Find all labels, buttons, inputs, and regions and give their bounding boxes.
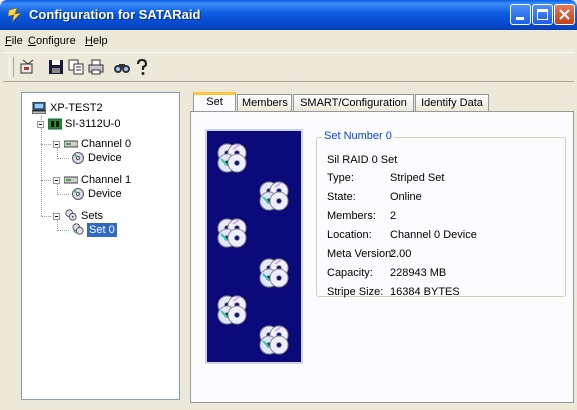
prop-value-type: Striped Set bbox=[390, 172, 445, 184]
prop-label-meta-version: Meta Version: bbox=[327, 248, 395, 260]
disc-stack-image bbox=[217, 143, 289, 355]
computer-icon bbox=[32, 102, 46, 114]
device-tree[interactable]: XP-TEST2 SI-3112U-0 Channel 0 Device Cha… bbox=[21, 92, 180, 400]
collapse-toggle[interactable] bbox=[53, 213, 60, 220]
prop-label-stripe-size: Stripe Size: bbox=[327, 286, 384, 298]
prop-value-meta-version: 2.00 bbox=[390, 248, 412, 260]
maximize-icon bbox=[537, 9, 548, 20]
set-name: Sil RAID 0 Set bbox=[327, 154, 398, 166]
device-disc-icon bbox=[72, 152, 84, 164]
save-icon[interactable] bbox=[47, 58, 65, 76]
raid-set-illustration bbox=[205, 129, 303, 364]
prop-label-location: Location: bbox=[327, 229, 372, 241]
sets-discs-icon bbox=[65, 209, 77, 221]
collapse-toggle[interactable] bbox=[53, 141, 60, 148]
title-bar[interactable]: Configuration for SATARaid bbox=[0, 0, 577, 30]
minimize-icon bbox=[516, 17, 524, 20]
channel-drive-icon bbox=[64, 176, 78, 184]
prop-label-type: Type: bbox=[327, 172, 354, 184]
copy-icon[interactable] bbox=[67, 58, 85, 76]
tree-label-sets: Sets bbox=[81, 210, 104, 222]
toolbar-grip[interactable] bbox=[9, 57, 14, 77]
controller-chip-icon bbox=[48, 118, 62, 130]
collapse-toggle[interactable] bbox=[37, 121, 44, 128]
maximize-button[interactable] bbox=[532, 4, 553, 25]
prop-value-stripe-size: 16384 BYTES bbox=[390, 286, 460, 298]
groupbox-title: Set Number 0 bbox=[322, 130, 394, 142]
print-icon[interactable] bbox=[87, 58, 105, 76]
tree-label-root: XP-TEST2 bbox=[50, 102, 103, 114]
window-title: Configuration for SATARaid bbox=[29, 7, 201, 22]
prop-value-location: Channel 0 Device bbox=[390, 229, 477, 241]
collapse-toggle[interactable] bbox=[53, 177, 60, 184]
close-button[interactable] bbox=[554, 4, 575, 25]
menu-help[interactable]: Help bbox=[85, 35, 108, 47]
minimize-button[interactable] bbox=[510, 4, 531, 25]
tree-label-channel-1: Channel 1 bbox=[81, 174, 132, 186]
tab-members[interactable]: Members bbox=[237, 94, 292, 111]
prop-value-capacity: 228943 MB bbox=[390, 267, 447, 279]
prop-label-members: Members: bbox=[327, 210, 376, 222]
tab-set[interactable]: Set bbox=[193, 92, 236, 112]
tree-label-channel-1-device: Device bbox=[88, 188, 122, 200]
toolbar bbox=[3, 52, 574, 82]
tree-label-controller: SI-3112U-0 bbox=[65, 118, 121, 130]
raid-tool-icon[interactable] bbox=[19, 58, 37, 76]
channel-drive-icon bbox=[64, 140, 78, 148]
tree-label-channel-0: Channel 0 bbox=[81, 138, 132, 150]
help-icon[interactable] bbox=[133, 58, 151, 76]
tab-identify-data[interactable]: Identify Data bbox=[415, 94, 489, 111]
raid-set-icon bbox=[72, 223, 84, 235]
close-icon bbox=[559, 9, 570, 20]
menu-file[interactable]: File bbox=[5, 35, 23, 47]
menu-configure[interactable]: Configure bbox=[28, 35, 76, 47]
tree-label-channel-0-device: Device bbox=[88, 152, 122, 164]
prop-label-capacity: Capacity: bbox=[327, 267, 373, 279]
satalink-app-icon bbox=[7, 7, 22, 23]
prop-value-members: 2 bbox=[390, 210, 397, 222]
menu-bar: File Configure Help bbox=[3, 30, 574, 50]
prop-label-state: State: bbox=[327, 191, 356, 203]
tab-smart-configuration[interactable]: SMART/Configuration bbox=[293, 94, 414, 111]
tree-label-set-0: Set 0 bbox=[87, 223, 117, 237]
find-icon[interactable] bbox=[113, 58, 131, 76]
device-disc-icon bbox=[72, 188, 84, 200]
prop-value-state: Online bbox=[390, 191, 422, 203]
